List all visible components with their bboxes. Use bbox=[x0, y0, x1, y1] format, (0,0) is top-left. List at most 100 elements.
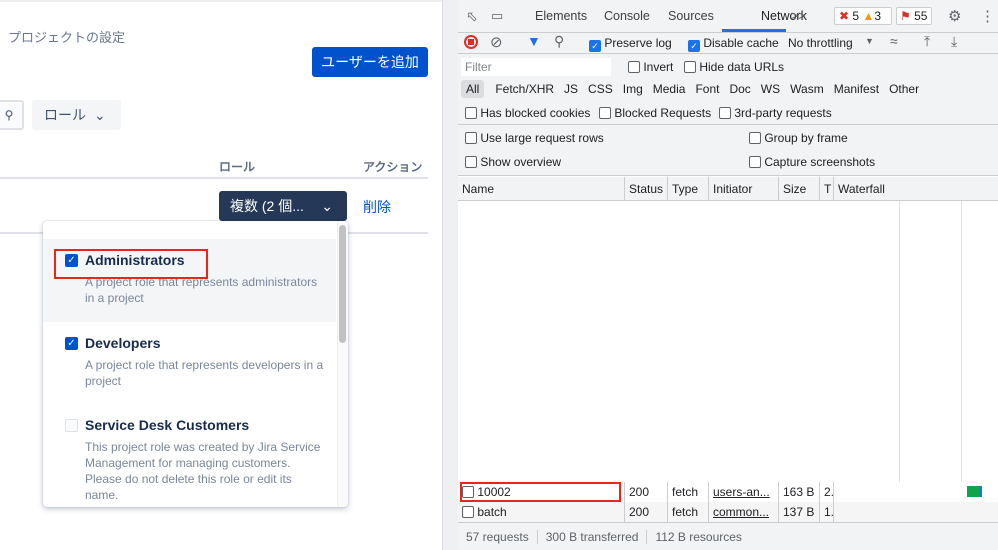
active-tab-indicator bbox=[722, 29, 786, 32]
column-initiator[interactable]: Initiator bbox=[709, 177, 779, 201]
issues-counter[interactable]: ⚑ 55 bbox=[896, 7, 932, 25]
request-time: 1. bbox=[820, 502, 834, 522]
request-status: 200 bbox=[625, 482, 668, 502]
role-select-value: 複数 (2 個... bbox=[230, 198, 304, 214]
capture-screenshots-label: Capture screenshots bbox=[764, 155, 876, 169]
type-filter-media[interactable]: Media bbox=[648, 80, 691, 98]
request-count: 57 requests bbox=[458, 529, 538, 544]
divider bbox=[0, 177, 428, 179]
highlight-box bbox=[54, 249, 208, 279]
request-type: fetch bbox=[668, 502, 709, 522]
request-initiator-link[interactable]: common... bbox=[709, 502, 779, 522]
more-tabs-button[interactable]: >> bbox=[791, 9, 806, 23]
issues-icon: ⚑ bbox=[900, 9, 911, 23]
resource-type-filters: All Fetch/XHR JS CSS Img Media Font Doc WS Wasm Ma… bbox=[461, 80, 924, 98]
role-option-developers[interactable]: ✓ Developers A project role that represe… bbox=[43, 322, 336, 404]
type-filter-img[interactable]: Img bbox=[618, 80, 648, 98]
type-filter-font[interactable]: Font bbox=[690, 80, 724, 98]
chevron-down-icon: ⌄ bbox=[321, 197, 333, 214]
blocked-requests-checkbox[interactable]: Blocked Requests bbox=[599, 106, 711, 120]
error-count: 5 bbox=[852, 9, 860, 23]
dropdown-arrow-icon[interactable]: ▼ bbox=[865, 36, 874, 46]
role-option-description: A project role that represents developer… bbox=[85, 358, 324, 388]
scrollbar-thumb[interactable] bbox=[339, 225, 346, 343]
column-status[interactable]: Status bbox=[625, 177, 668, 201]
column-waterfall[interactable]: Waterfall bbox=[834, 177, 998, 201]
breadcrumb[interactable]: プロジェクトの設定 bbox=[8, 27, 125, 46]
tab-sources[interactable]: Sources bbox=[668, 9, 714, 23]
blocked-requests-label: Blocked Requests bbox=[614, 106, 712, 120]
large-rows-checkbox[interactable]: Use large request rows bbox=[465, 131, 604, 145]
network-toolbar: ⊘ ▼ ⚲ ✓ Preserve log ✓ Disable cache No … bbox=[458, 33, 998, 54]
clear-icon[interactable]: ⊘ bbox=[490, 33, 503, 51]
add-user-button[interactable]: ユーザーを追加 bbox=[312, 47, 428, 77]
checkbox-checked-icon[interactable]: ✓ bbox=[65, 337, 78, 350]
download-icon[interactable]: ⤓ bbox=[951, 33, 957, 50]
error-warning-counter[interactable]: ✖ 5 ▲3 bbox=[834, 7, 892, 25]
type-filter-other[interactable]: Other bbox=[884, 80, 924, 98]
filter-input[interactable]: Filter bbox=[461, 58, 611, 76]
jira-page: プロジェクトの設定 ユーザーを追加 ⚲ ロール ⌄ ロール アクション 複数 (2… bbox=[0, 0, 442, 550]
disable-cache-label: Disable cache bbox=[703, 36, 779, 50]
checkbox-unchecked-icon[interactable] bbox=[65, 419, 78, 432]
network-settings: Use large request rows Group by frame Sh… bbox=[458, 125, 998, 176]
type-filter-js[interactable]: JS bbox=[559, 80, 583, 98]
network-conditions-icon[interactable]: ≈ bbox=[890, 33, 898, 49]
type-filter-wasm[interactable]: Wasm bbox=[785, 80, 829, 98]
request-initiator-link[interactable]: users-an... bbox=[709, 482, 779, 502]
issues-count: 55 bbox=[914, 9, 928, 23]
request-status: 200 bbox=[625, 502, 668, 522]
throttling-select[interactable]: No throttling bbox=[788, 36, 853, 50]
gear-icon[interactable]: ⚙ bbox=[948, 7, 961, 25]
search-icon[interactable]: ⚲ bbox=[554, 33, 564, 50]
devtools-tab-bar: ⬁ ▭ Elements Console Sources Network >> … bbox=[458, 0, 998, 33]
more-options-icon[interactable]: ⋮ bbox=[980, 7, 995, 25]
panel-divider[interactable] bbox=[442, 0, 458, 550]
error-icon: ✖ bbox=[839, 9, 850, 23]
third-party-requests-checkbox[interactable]: 3rd-party requests bbox=[719, 106, 832, 120]
invert-checkbox[interactable]: Invert bbox=[628, 60, 673, 74]
type-filter-css[interactable]: CSS bbox=[583, 80, 618, 98]
role-option-service-desk-customers[interactable]: Service Desk Customers This project role… bbox=[43, 404, 336, 507]
show-overview-checkbox[interactable]: Show overview bbox=[465, 155, 561, 169]
third-party-requests-label: 3rd-party requests bbox=[734, 106, 832, 120]
column-time[interactable]: T bbox=[820, 177, 834, 201]
type-filter-fetch-xhr[interactable]: Fetch/XHR bbox=[490, 80, 559, 98]
capture-screenshots-checkbox[interactable]: Capture screenshots bbox=[749, 155, 875, 169]
group-by-frame-checkbox[interactable]: Group by frame bbox=[749, 131, 848, 145]
role-options-menu: ✓ Administrators A project role that rep… bbox=[43, 221, 348, 507]
type-filter-ws[interactable]: WS bbox=[756, 80, 785, 98]
invert-label: Invert bbox=[643, 60, 674, 74]
device-toolbar-icon[interactable]: ▭ bbox=[491, 8, 503, 24]
request-row[interactable]: batch 200 fetch common... 137 B 1. bbox=[458, 502, 998, 522]
type-filter-doc[interactable]: Doc bbox=[724, 80, 755, 98]
record-stop-icon[interactable] bbox=[464, 35, 478, 49]
tab-elements[interactable]: Elements bbox=[535, 9, 587, 23]
chevron-down-icon: ⌄ bbox=[94, 106, 106, 123]
preserve-log-label: Preserve log bbox=[604, 36, 672, 50]
type-filter-all[interactable]: All bbox=[461, 80, 485, 98]
hide-data-urls-checkbox[interactable]: Hide data URLs bbox=[684, 60, 784, 74]
devtools-panel: ⬁ ▭ Elements Console Sources Network >> … bbox=[458, 0, 998, 550]
search-input[interactable]: ⚲ bbox=[0, 100, 24, 130]
type-filter-manifest[interactable]: Manifest bbox=[829, 80, 884, 98]
role-filter-dropdown[interactable]: ロール ⌄ bbox=[32, 100, 121, 130]
inspect-element-icon[interactable]: ⬁ bbox=[466, 8, 478, 25]
preserve-log-checkbox[interactable]: ✓ Preserve log bbox=[589, 36, 672, 52]
column-size[interactable]: Size bbox=[779, 177, 820, 201]
column-name[interactable]: Name bbox=[458, 177, 625, 201]
search-icon: ⚲ bbox=[4, 108, 14, 122]
has-blocked-cookies-checkbox[interactable]: Has blocked cookies bbox=[465, 106, 590, 120]
upload-icon[interactable]: ⤒ bbox=[924, 33, 930, 50]
request-time: 2. bbox=[820, 482, 834, 502]
column-type[interactable]: Type bbox=[668, 177, 709, 201]
tab-console[interactable]: Console bbox=[604, 9, 650, 23]
role-option-description: This project role was created by Jira Se… bbox=[85, 440, 321, 502]
transferred-size: 300 B transferred bbox=[538, 529, 648, 544]
filter-icon[interactable]: ▼ bbox=[527, 33, 541, 49]
disable-cache-checkbox[interactable]: ✓ Disable cache bbox=[688, 36, 779, 52]
waterfall-gridline bbox=[961, 201, 962, 521]
request-size: 163 B bbox=[779, 482, 820, 502]
role-select[interactable]: 複数 (2 個... ⌄ bbox=[219, 191, 347, 221]
delete-link[interactable]: 削除 bbox=[363, 197, 391, 217]
